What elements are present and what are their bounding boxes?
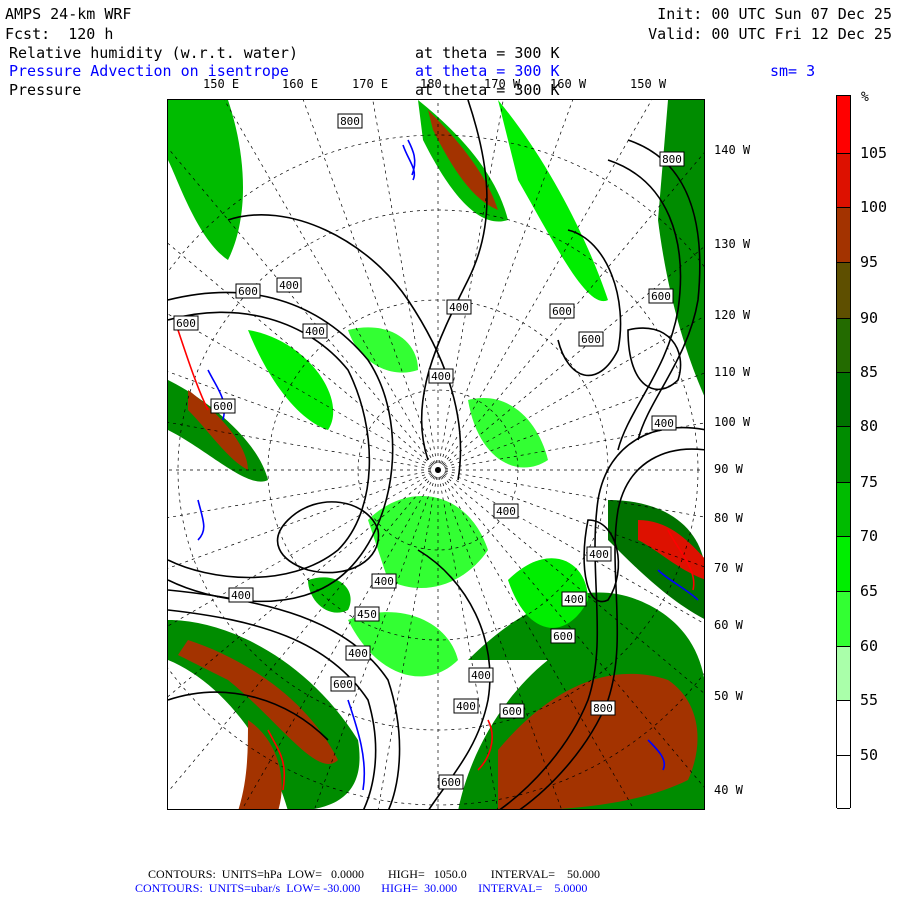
longitude-label: 160 E — [282, 77, 319, 91]
field2-title: Pressure Advection on isentrope — [9, 62, 289, 80]
contour-label: 400 — [279, 279, 299, 292]
pressure-contour — [627, 327, 682, 391]
longitude-label: 70 W — [714, 561, 743, 575]
longitude-label: 90 W — [714, 462, 743, 476]
contour-label: 600 — [333, 678, 353, 691]
contour-label: 600 — [238, 285, 258, 298]
colorbar-label: 105 — [860, 144, 888, 162]
contour-label: 450 — [357, 608, 377, 621]
contour-label: 400 — [496, 505, 516, 518]
contour-label: 600 — [552, 305, 572, 318]
contour-label: 400 — [449, 301, 469, 314]
colorbar-label: 85 — [860, 363, 879, 381]
colorbar-unit: % — [861, 90, 869, 105]
colorbar-segment — [837, 263, 850, 319]
contour-label: 400 — [305, 325, 325, 338]
footer-pressure-contours: CONTOURS: UNITS=hPa LOW= 0.0000 HIGH= 10… — [148, 867, 600, 881]
colorbar-segment — [837, 647, 850, 701]
humidity-shaded-area — [468, 398, 548, 468]
colorbar-label: 50 — [860, 746, 879, 764]
colorbar-label: 65 — [860, 582, 879, 600]
model-title: AMPS 24-km WRF — [5, 5, 132, 23]
colorbar-segment — [837, 701, 850, 756]
longitude-label: 80 W — [714, 511, 743, 525]
forecast-hour: Fcst: 120 h — [5, 25, 114, 43]
meridian-line — [437, 246, 704, 471]
contour-label: 600 — [651, 290, 671, 303]
contour-label: 800 — [593, 702, 613, 715]
smoothing-label: sm= 3 — [770, 62, 816, 80]
meridian-line — [437, 469, 704, 518]
longitude-label: 180 — [420, 77, 442, 91]
meridian-line — [372, 100, 439, 471]
colorbar-segment — [837, 96, 850, 154]
longitude-label: 60 W — [714, 618, 743, 632]
meridian-line — [437, 316, 704, 471]
contour-label: 400 — [374, 575, 394, 588]
humidity-shaded-area — [248, 330, 334, 430]
longitude-label: 120 W — [714, 308, 751, 322]
longitude-label: 150 W — [630, 77, 667, 91]
contour-label: 400 — [471, 669, 491, 682]
footer-advection-contours: CONTOURS: UNITS=ubar/s LOW= -30.000 HIGH… — [135, 881, 588, 895]
colorbar-label: 90 — [860, 309, 879, 327]
contour-label: 600 — [581, 333, 601, 346]
longitude-label: 140 W — [714, 143, 751, 157]
contour-label: 600 — [502, 705, 522, 718]
contour-label: 400 — [456, 700, 476, 713]
field1-level: at theta = 300 K — [415, 44, 560, 62]
humidity-shaded-area — [348, 612, 458, 677]
longitude-label: 150 E — [203, 77, 240, 91]
map-panel: 800 800 600 400 400 600 400 600 600 600 400 600 400 4… — [167, 99, 705, 810]
field3-title: Pressure — [9, 81, 82, 99]
contour-label: 600 — [213, 400, 233, 413]
colorbar-segment — [837, 537, 850, 592]
colorbar-label: 100 — [860, 198, 888, 216]
contour-label: 400 — [431, 370, 451, 383]
colorbar-segment — [837, 483, 850, 537]
colorbar-label: 75 — [860, 473, 879, 491]
longitude-label: 50 W — [714, 689, 743, 703]
colorbar-segment — [837, 592, 850, 647]
colorbar — [836, 95, 851, 809]
humidity-shaded-area — [308, 577, 351, 613]
longitude-label: 130 W — [714, 237, 751, 251]
contour-label: 800 — [340, 115, 360, 128]
longitude-label: 40 W — [714, 783, 743, 797]
valid-time: Valid: 00 UTC Fri 12 Dec 25 — [648, 25, 892, 43]
longitude-label: 110 W — [714, 365, 751, 379]
contour-label: 400 — [589, 548, 609, 561]
colorbar-label: 95 — [860, 253, 879, 271]
humidity-shaded-area — [168, 100, 243, 260]
contour-label: 600 — [553, 630, 573, 643]
contour-label: 600 — [176, 317, 196, 330]
advection-contour — [197, 499, 205, 541]
colorbar-segment — [837, 208, 850, 263]
contour-label: 400 — [348, 647, 368, 660]
colorbar-label: 70 — [860, 527, 879, 545]
colorbar-label: 55 — [860, 691, 879, 709]
init-time: Init: 00 UTC Sun 07 Dec 25 — [657, 5, 892, 23]
longitude-label: 100 W — [714, 415, 751, 429]
contour-label: 400 — [231, 589, 251, 602]
colorbar-segment — [837, 427, 850, 483]
humidity-shading — [168, 100, 704, 809]
colorbar-label: 60 — [860, 637, 879, 655]
map-canvas: 800 800 600 400 400 600 400 600 600 600 400 600 400 4… — [168, 100, 704, 809]
contour-label: 400 — [654, 417, 674, 430]
colorbar-segment — [837, 756, 850, 809]
contour-label: 400 — [564, 593, 584, 606]
longitude-label: 170 E — [352, 77, 389, 91]
humidity-shaded-area — [498, 100, 608, 302]
contour-label: 600 — [441, 776, 461, 789]
colorbar-label: 80 — [860, 417, 879, 435]
pressure-contour — [276, 501, 380, 574]
colorbar-segment — [837, 373, 850, 427]
longitude-label: 170 W — [484, 77, 521, 91]
colorbar-segment — [837, 319, 850, 373]
field1-title: Relative humidity (w.r.t. water) — [9, 44, 298, 62]
longitude-label: 160 W — [550, 77, 587, 91]
contour-label: 800 — [662, 153, 682, 166]
colorbar-segment — [837, 154, 850, 208]
